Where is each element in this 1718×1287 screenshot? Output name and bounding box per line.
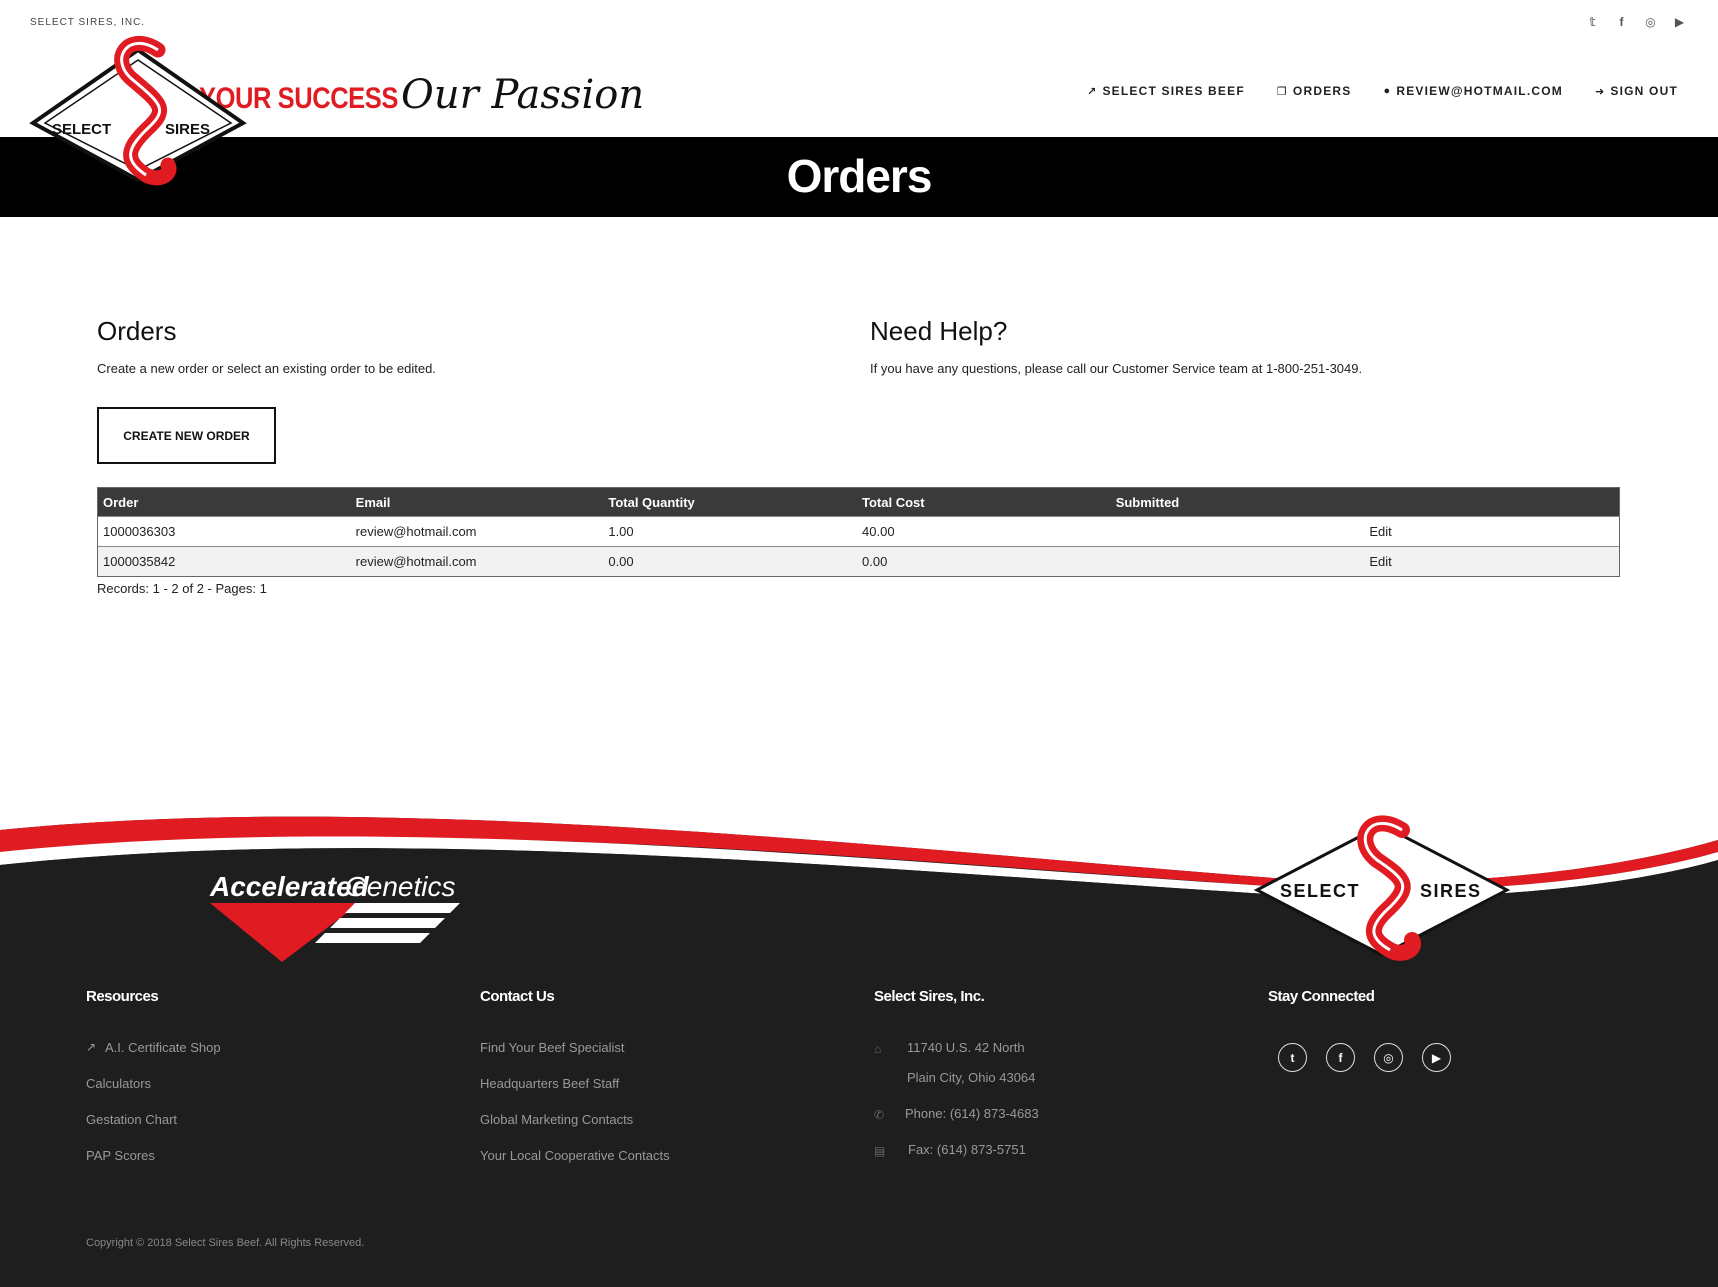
orders-heading: Orders xyxy=(97,316,177,346)
create-new-order-button[interactable]: CREATE NEW ORDER xyxy=(97,407,276,464)
connect-heading: Stay Connected xyxy=(1268,988,1375,1005)
footer-connect: Stay Connected xyxy=(1268,988,1375,1005)
phone-icon: ✆ xyxy=(874,1108,885,1122)
orders-description: Create a new order or select an existing… xyxy=(97,361,436,376)
footer-contact: Contact Us xyxy=(480,988,555,1005)
twitter-icon[interactable]: t xyxy=(1278,1043,1307,1072)
select-sires-logo[interactable]: SELECT SIRES xyxy=(28,30,248,200)
help-heading: Need Help? xyxy=(870,316,1008,346)
facebook-icon[interactable]: f xyxy=(1613,13,1630,30)
twitter-icon[interactable]: 𝕥 xyxy=(1584,13,1601,30)
fax-number: Fax: (614) 873-5751 xyxy=(908,1142,1026,1157)
site-header: YOUR SUCCESS Our Passion ↗ SELECT SIRES … xyxy=(0,44,1718,137)
col-header-action xyxy=(1364,488,1619,516)
home-icon: ⌂ xyxy=(874,1042,882,1056)
tagline-script: Our Passion xyxy=(401,72,645,118)
company-heading: Select Sires, Inc. xyxy=(874,988,985,1005)
col-header-quantity: Total Quantity xyxy=(608,494,695,510)
table-row: 1000035842 review@hotmail.com 0.00 0.00 … xyxy=(98,546,1619,576)
link-hq-beef-staff[interactable]: Headquarters Beef Staff xyxy=(480,1076,619,1091)
footer-logo-right: SIRES xyxy=(1420,881,1482,901)
resources-heading: Resources xyxy=(86,988,159,1005)
user-icon: ● xyxy=(1383,85,1392,97)
select-sires-footer-logo[interactable]: SELECT SIRES xyxy=(1252,815,1512,965)
link-calculators[interactable]: Calculators xyxy=(86,1076,151,1091)
footer-resources: Resources xyxy=(86,988,159,1005)
col-header-cost: Total Cost xyxy=(862,494,925,510)
tagline: YOUR SUCCESS Our Passion xyxy=(199,72,644,118)
nav-select-sires-beef[interactable]: ↗ SELECT SIRES BEEF xyxy=(1087,84,1245,98)
help-description: If you have any questions, please call o… xyxy=(870,361,1363,376)
address-line-2: Plain City, Ohio 43064 xyxy=(907,1070,1036,1085)
order-submitted xyxy=(1111,517,1365,546)
youtube-icon[interactable]: ▶ xyxy=(1671,13,1688,30)
nav-label: SIGN OUT xyxy=(1610,84,1678,98)
col-header-order: Order xyxy=(103,494,139,510)
logo-text-left: SELECT xyxy=(52,121,111,138)
nav-label: SELECT SIRES BEEF xyxy=(1102,84,1245,98)
brand-right: Genetics xyxy=(345,871,456,902)
address-line-1: 11740 U.S. 42 North xyxy=(907,1040,1025,1055)
order-email: review@hotmail.com xyxy=(355,554,477,569)
order-cost: 0.00 xyxy=(862,554,888,569)
order-quantity: 1.00 xyxy=(608,524,634,539)
fax-icon: ▤ xyxy=(874,1144,886,1158)
page-hero: Orders xyxy=(0,137,1718,217)
order-number: 1000036303 xyxy=(103,524,176,539)
table-header: Order Email Total Quantity Total Cost Su… xyxy=(98,488,1619,516)
external-link-icon: ↗ xyxy=(1087,85,1098,98)
contact-heading: Contact Us xyxy=(480,988,555,1005)
edit-link[interactable]: Edit xyxy=(1369,554,1391,569)
order-cost: 40.00 xyxy=(862,524,895,539)
logo-text-right: SIRES xyxy=(165,121,210,138)
accelerated-genetics-logo[interactable]: Accelerated Genetics xyxy=(205,868,475,968)
main-nav: ↗ SELECT SIRES BEEF ❐ ORDERS ● REVIEW@HO… xyxy=(1087,84,1678,98)
order-submitted xyxy=(1111,547,1365,576)
orders-table: Order Email Total Quantity Total Cost Su… xyxy=(97,487,1620,577)
phone-number: Phone: (614) 873-4683 xyxy=(905,1106,1039,1121)
external-link-icon: ↗ xyxy=(86,1040,97,1054)
instagram-icon[interactable]: ◎ xyxy=(1642,13,1659,30)
records-summary: Records: 1 - 2 of 2 - Pages: 1 xyxy=(97,581,267,596)
table-row: 1000036303 review@hotmail.com 1.00 40.00… xyxy=(98,516,1619,546)
nav-orders[interactable]: ❐ ORDERS xyxy=(1277,84,1352,98)
facebook-icon[interactable]: f xyxy=(1326,1043,1355,1072)
link-ai-certificate-shop[interactable]: A.I. Certificate Shop xyxy=(105,1040,221,1055)
copy-icon: ❐ xyxy=(1276,85,1288,98)
link-find-beef-specialist[interactable]: Find Your Beef Specialist xyxy=(480,1040,625,1055)
top-bar: SELECT SIRES, INC. 𝕥 f ◎ ▶ xyxy=(0,0,1718,44)
col-header-submitted: Submitted xyxy=(1115,494,1180,510)
link-pap-scores[interactable]: PAP Scores xyxy=(86,1148,155,1163)
youtube-icon[interactable]: ▶ xyxy=(1422,1043,1451,1072)
page-title: Orders xyxy=(786,150,933,202)
order-quantity: 0.00 xyxy=(608,554,634,569)
col-header-email: Email xyxy=(355,494,391,510)
link-global-marketing[interactable]: Global Marketing Contacts xyxy=(480,1112,633,1127)
footer-logo-left: SELECT xyxy=(1280,881,1360,901)
edit-link[interactable]: Edit xyxy=(1369,524,1391,539)
link-gestation-chart[interactable]: Gestation Chart xyxy=(86,1112,177,1127)
link-local-cooperative[interactable]: Your Local Cooperative Contacts xyxy=(480,1148,670,1163)
nav-sign-out[interactable]: ➜ SIGN OUT xyxy=(1595,84,1678,98)
nav-account[interactable]: ● REVIEW@HOTMAIL.COM xyxy=(1383,84,1563,98)
company-name: SELECT SIRES, INC. xyxy=(30,17,146,28)
instagram-icon[interactable]: ◎ xyxy=(1374,1043,1403,1072)
order-number: 1000035842 xyxy=(103,554,176,569)
top-social-links: 𝕥 f ◎ ▶ xyxy=(1584,13,1688,30)
order-email: review@hotmail.com xyxy=(355,524,477,539)
copyright: Copyright © 2018 Select Sires Beef. All … xyxy=(86,1237,365,1249)
nav-label: REVIEW@HOTMAIL.COM xyxy=(1396,84,1563,98)
footer-company: Select Sires, Inc. xyxy=(874,988,985,1005)
sign-out-icon: ➜ xyxy=(1594,85,1606,98)
nav-label: ORDERS xyxy=(1292,84,1352,98)
